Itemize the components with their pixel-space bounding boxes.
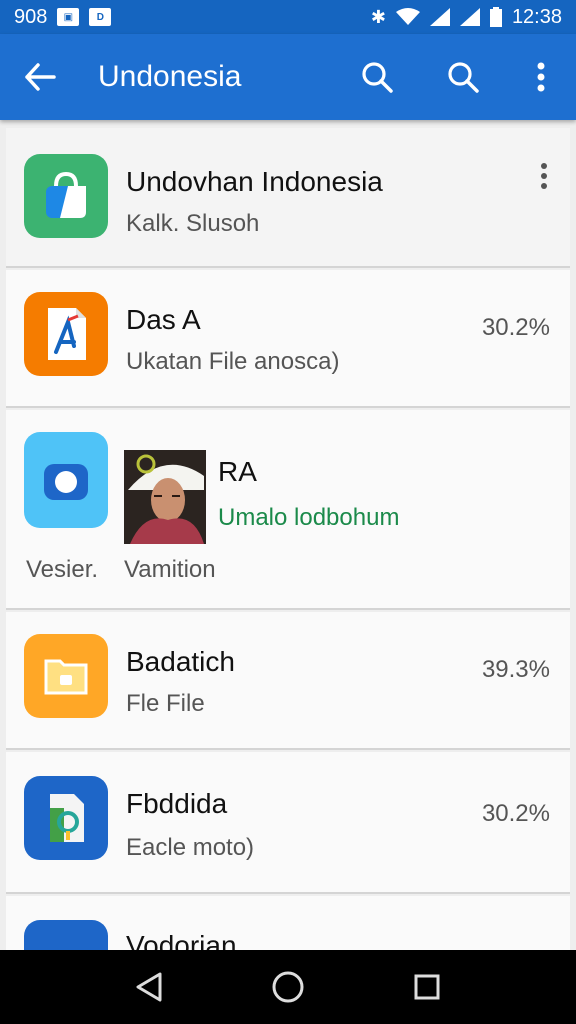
list-item[interactable]: Undovhan Indonesia Kalk. Slusoh: [6, 128, 570, 268]
item-percent: 30.2%: [481, 314, 550, 341]
document-icon: [24, 292, 108, 376]
search-button-2[interactable]: [420, 34, 506, 120]
item-title: Undovhan Indonesia: [126, 166, 383, 197]
item-title: Vodorian: [126, 930, 237, 950]
more-vert-icon: [541, 163, 547, 189]
status-left-text: 908: [14, 5, 48, 28]
signal-icon-2: [459, 8, 480, 26]
app-title: Undonesia: [98, 60, 242, 93]
item-subtitle: Kalk. Slusoh: [126, 210, 260, 237]
nav-back-button[interactable]: [119, 957, 179, 1017]
status-time: 12:38: [511, 5, 562, 28]
image-notification-icon: ▣: [57, 8, 80, 26]
maps-icon: [24, 776, 108, 860]
triangle-back-icon: [136, 972, 162, 1002]
wifi-icon: [395, 8, 420, 25]
nav-recents-button[interactable]: [397, 957, 457, 1017]
overflow-menu-button[interactable]: [506, 34, 576, 120]
camera-icon: [24, 432, 108, 528]
item-footer-left: Vesier.: [26, 556, 99, 583]
list-item[interactable]: RA Umalo lodbohum Vesier. Vamition: [6, 410, 570, 610]
item-subtitle: Ukatan File anosca): [126, 348, 340, 375]
item-title: Fbddida: [126, 788, 228, 819]
list-item[interactable]: Das A Ukatan File anosca) 30.2%: [6, 270, 570, 408]
square-recents-icon: [414, 974, 440, 1000]
search-button[interactable]: [334, 34, 420, 120]
nav-home-button[interactable]: [258, 957, 318, 1017]
status-bar: 908 ▣ D ✱ 12:38: [0, 0, 576, 34]
search-icon: [448, 62, 479, 93]
item-more-button[interactable]: [540, 162, 548, 197]
notification-box: D: [89, 8, 112, 26]
bluetooth-icon: ✱: [370, 6, 386, 27]
search-icon: [362, 62, 393, 93]
app-list: Undovhan Indonesia Kalk. Slusoh Das A Uk…: [6, 128, 570, 950]
circle-home-icon: [272, 971, 304, 1003]
item-subtitle: Fle File: [126, 690, 205, 717]
item-title: Das A: [126, 304, 201, 335]
list-item[interactable]: Fbddida Eacle moto) 30.2%: [6, 752, 570, 894]
item-title: RA: [218, 456, 257, 487]
list-item[interactable]: Vodorian: [6, 896, 570, 950]
item-footer-right: Vamition: [124, 556, 216, 583]
list-item[interactable]: Badatich Fle File 39.3%: [6, 612, 570, 750]
app-bar: Undonesia: [0, 34, 576, 120]
item-subtitle: Eacle moto): [126, 834, 255, 861]
app-icon: [24, 920, 108, 950]
item-subtitle: Umalo lodbohum: [218, 504, 400, 531]
signal-icon: [429, 8, 450, 26]
back-button[interactable]: [0, 34, 80, 120]
profile-photo: [124, 450, 206, 544]
bag-icon: [24, 154, 108, 238]
item-percent: 30.2%: [481, 800, 550, 827]
battery-icon: [489, 7, 502, 27]
navigation-bar: [0, 950, 576, 1024]
more-vert-icon: [537, 62, 545, 92]
item-title: Badatich: [126, 646, 235, 677]
item-percent: 39.3%: [481, 656, 550, 683]
folder-icon: [24, 634, 108, 718]
arrow-left-icon: [25, 63, 56, 91]
